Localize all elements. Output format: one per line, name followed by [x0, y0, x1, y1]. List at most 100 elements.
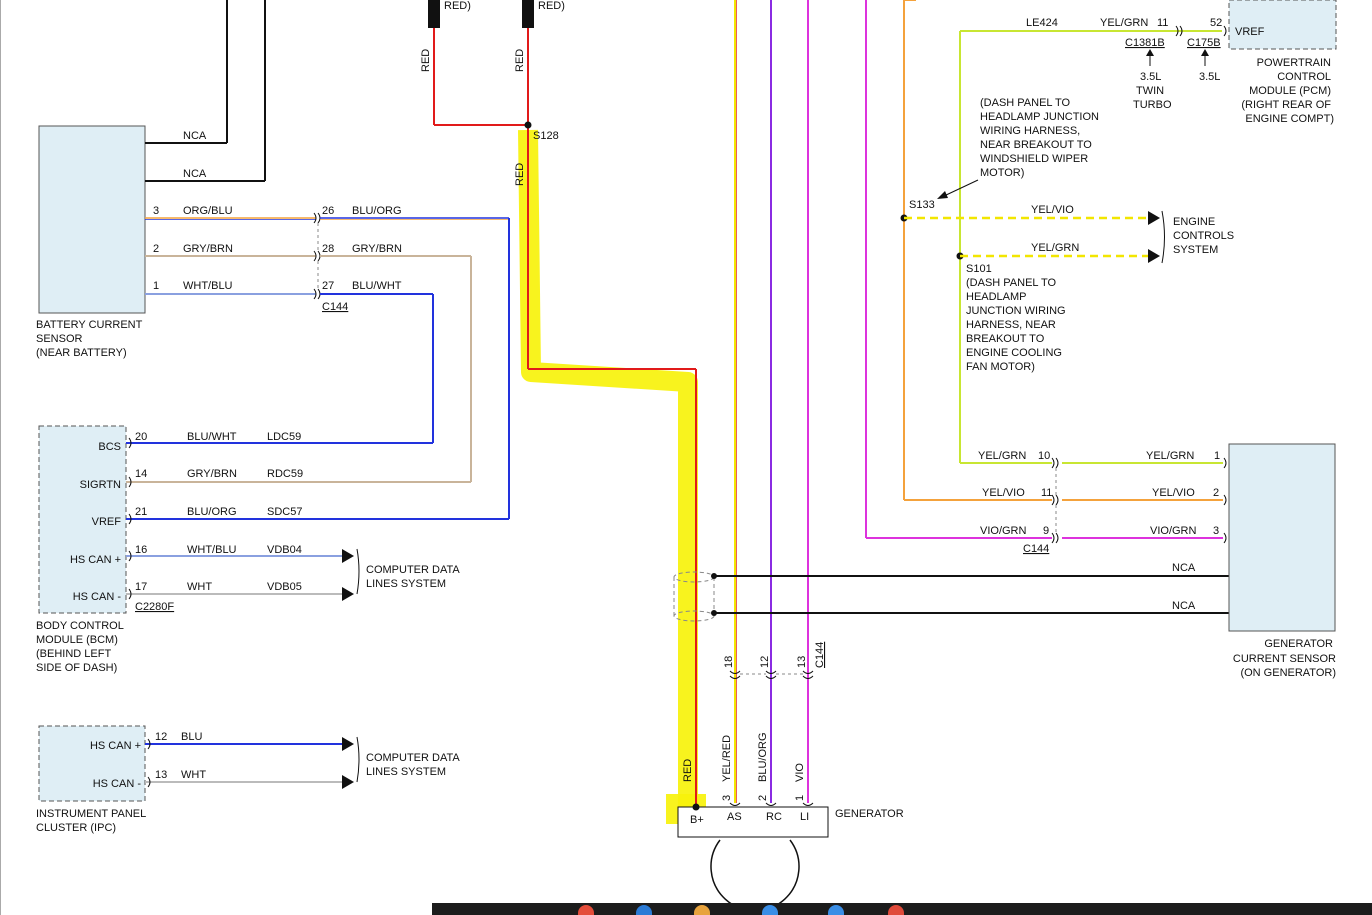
gcs-c144-pin-9: 9 — [1043, 525, 1049, 537]
bcm-wire-bluwht: BLU/WHT — [187, 431, 237, 443]
s133-note-1: (DASH PANEL TO — [980, 97, 1071, 109]
store-icon[interactable] — [762, 905, 778, 915]
red-label-right: RED) — [538, 0, 565, 12]
bcm-name-1: BODY CONTROL — [36, 620, 124, 632]
bcs-wire-orgblu: ORG/BLU — [183, 205, 233, 217]
ipc-name-2: CLUSTER (IPC) — [36, 822, 116, 834]
c144-left: 26 BLU/ORG 28 GRY/BRN 27 BLU/WHT C144 — [313, 205, 510, 519]
gcs-c144-pin-11: 11 — [1041, 487, 1052, 499]
s133-note-3: WIRING HARNESS, — [980, 125, 1080, 137]
bcm-circuit-ldc59: LDC59 — [267, 431, 301, 443]
s101-note-5: BREAKOUT TO — [966, 333, 1045, 345]
ipc-pin-12: 12 — [155, 731, 167, 743]
gen-wire-bluorg: BLU/ORG — [757, 732, 769, 782]
gen-term-bplus: B+ — [690, 814, 704, 826]
gen-wire-vio: VIO — [794, 763, 806, 782]
ipc-pin-13: 13 — [155, 769, 167, 781]
bcm-wire-bluorg: BLU/ORG — [187, 506, 237, 518]
bcs-pin-2: 2 — [153, 243, 159, 255]
bcm-circuit-sdc57: SDC57 — [267, 506, 302, 518]
gen-c144-pin-13: 13 — [796, 656, 808, 668]
s101-note-6: ENGINE COOLING — [966, 347, 1062, 359]
s133-wire: YEL/VIO — [1031, 204, 1074, 216]
ipc-name-1: INSTRUMENT PANEL — [36, 808, 146, 820]
s133-note-2: HEADLAMP JUNCTION — [980, 111, 1099, 123]
c144-pin-26: 26 — [322, 205, 334, 217]
ipc-pin-hscanp: HS CAN + — [90, 740, 141, 752]
gen-term-rc: RC — [766, 811, 782, 823]
bcs-wire-grybrn: GRY/BRN — [183, 243, 233, 255]
c144-wire-bluorg: BLU/ORG — [352, 205, 402, 217]
app-icon[interactable] — [888, 905, 904, 915]
pcm-note-1: 3.5L — [1140, 71, 1161, 83]
gcs-right-color-2: YEL/VIO — [1152, 487, 1195, 499]
bcs-name-3: (NEAR BATTERY) — [36, 347, 127, 359]
s101-note-1: (DASH PANEL TO — [966, 277, 1057, 289]
taskbar[interactable] — [432, 903, 1372, 915]
ipc-wire-wht: WHT — [181, 769, 206, 781]
top-red-feed: RED) RED) RED RED RED S128 — [420, 0, 697, 807]
bcm-pin-17: 17 — [135, 581, 147, 593]
generator-current-sensor: YEL/GRN 10 YEL/GRN 1 YEL/VIO 11 YEL/VIO … — [978, 443, 1336, 679]
gen-c144-label: C144 — [814, 642, 826, 668]
nca-shield: NCA NCA — [673, 562, 1229, 622]
pcm-c1381b: C1381B — [1125, 37, 1165, 49]
c144-left-label: C144 — [322, 301, 348, 313]
bcs-pin-1: 1 — [153, 280, 159, 292]
gcs-left-color-2: YEL/VIO — [982, 487, 1025, 499]
ipc-cdl-2: LINES SYSTEM — [366, 766, 446, 778]
bcm-wire-wht: WHT — [187, 581, 212, 593]
ipc-pin-hscanm: HS CAN - — [93, 778, 142, 790]
battery-current-sensor: NCA NCA BATTERY CURRENT SENSOR (NEAR BAT… — [36, 0, 316, 359]
c144-wire-bluwht: BLU/WHT — [352, 280, 402, 292]
gen-pin-3: 3 — [721, 795, 733, 801]
wire-red-2: RED — [514, 49, 526, 72]
ecs-2: CONTROLS — [1173, 230, 1234, 242]
gen-term-li: LI — [800, 811, 809, 823]
bcm-pin-21: 21 — [135, 506, 147, 518]
pcm-pin-52: 52 — [1210, 17, 1222, 29]
pcm-note-3: TURBO — [1133, 99, 1172, 111]
gcs-name-1: GENERATOR — [1264, 638, 1333, 650]
bcm-connector: C2280F — [135, 601, 174, 613]
bcm-pin-bcs: BCS — [98, 441, 121, 453]
edge-icon[interactable] — [636, 905, 652, 915]
red-label-left: RED) — [444, 0, 471, 12]
instrument-panel-cluster: HS CAN + HS CAN - 12 BLU 13 WHT COMPUTER… — [36, 725, 460, 834]
bplus-highlight — [518, 129, 706, 824]
pcm-circuit-le424: LE424 — [1026, 17, 1058, 29]
s101-note-4: HARNESS, NEAR — [966, 319, 1056, 331]
gcs-pin-2: 2 — [1213, 487, 1219, 499]
wire-red-1: RED — [420, 49, 432, 72]
gcs-pin-3: 3 — [1213, 525, 1219, 537]
gcs-nca-1: NCA — [1172, 562, 1196, 574]
s101-note-2: HEADLAMP — [966, 291, 1027, 303]
pcm-c175b: C175B — [1187, 37, 1221, 49]
gcs-c144-pin-10: 10 — [1038, 450, 1050, 462]
bcs-nca-top: NCA — [183, 130, 207, 142]
gcs-left-color-1: YEL/GRN — [978, 450, 1026, 462]
bcm-pin-hscanm: HS CAN - — [73, 591, 122, 603]
gcs-pin-1: 1 — [1214, 450, 1220, 462]
pcm-name-5: ENGINE COMPT) — [1245, 113, 1334, 125]
generator: B+ AS RC LI GENERATOR — [677, 802, 904, 912]
s133-note-4: NEAR BREAKOUT TO — [980, 139, 1092, 151]
wiring-diagram: RED) RED) RED RED RED S128 NCA NCA BATTE… — [0, 0, 1337, 915]
c144-pin-27: 27 — [322, 280, 334, 292]
s101-label: S101 — [966, 263, 992, 275]
folder-icon[interactable] — [694, 905, 710, 915]
browser-icon[interactable] — [578, 905, 594, 915]
wire-red-3: RED — [514, 163, 526, 186]
bcs-name-1: BATTERY CURRENT — [36, 319, 143, 331]
mail-icon[interactable] — [828, 905, 844, 915]
gcs-left-color-3: VIO/GRN — [980, 525, 1027, 537]
gcs-nca-2: NCA — [1172, 600, 1196, 612]
s101-note-3: JUNCTION WIRING — [966, 305, 1066, 317]
bcm-wire-whtblu: WHT/BLU — [187, 544, 237, 556]
bcs-wire-whtblu: WHT/BLU — [183, 280, 233, 292]
c144-wire-grybrn: GRY/BRN — [352, 243, 402, 255]
splices-s133-s101: (DASH PANEL TO HEADLAMP JUNCTION WIRING … — [900, 97, 1234, 373]
ecs-3: SYSTEM — [1173, 244, 1218, 256]
pcm-name-2: CONTROL — [1277, 71, 1331, 83]
pcm-note-right: 3.5L — [1199, 71, 1220, 83]
